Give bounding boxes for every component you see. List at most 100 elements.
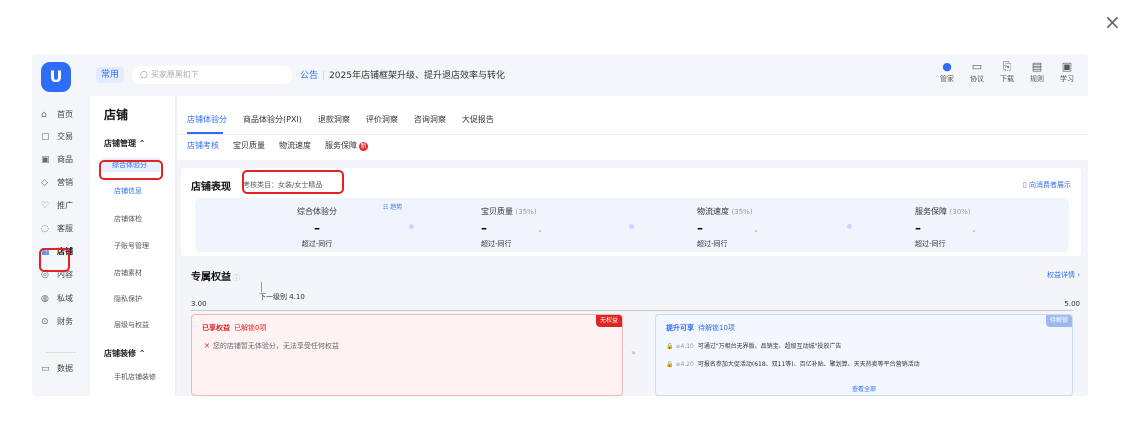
new-badge: 新: [359, 142, 368, 151]
tab-refund-insight[interactable]: 退款洞察: [318, 114, 350, 125]
nav-label: 财务: [57, 317, 73, 326]
metric-value: –: [697, 221, 703, 235]
rights-title-text: 专属权益: [191, 272, 231, 283]
manager-icon: ●: [942, 60, 952, 73]
nav-item-data[interactable]: ▭ 数据: [41, 360, 91, 378]
search-placeholder: 买家原黑扣下: [150, 70, 199, 79]
nav-label: 私域: [57, 294, 73, 303]
top-bar: U 常用 ○ 买家原黑扣下 公告 | 2025年店铺框架升级、提升退店效率与转化 ● 管…: [32, 54, 1088, 96]
metric-value: –: [481, 221, 487, 235]
nav-item-home[interactable]: ⌂ 首页: [41, 106, 91, 124]
learn-icon: ▣: [1061, 60, 1073, 73]
subnav-item-store-assets[interactable]: 店铺素材: [114, 268, 142, 278]
highlight-assessment-category: [242, 170, 344, 194]
help-icon[interactable]: ⓘ: [233, 274, 240, 282]
tab-store-assessment[interactable]: 店铺考核: [187, 140, 219, 151]
enjoyed-rights-box: 已享权益 已解锁0项 ✕ 您的店铺暂无体验分，无法享受任何权益 无权益: [191, 314, 623, 396]
subnav-item-level-rights[interactable]: 层级与权益: [114, 320, 149, 330]
trade-icon: ▢: [41, 132, 50, 142]
nav-label: 营销: [57, 178, 73, 187]
show-to-consumer-link[interactable]: ▯ 向消费者展示: [1023, 180, 1071, 190]
chevron-down-icon[interactable]: ⌄: [537, 226, 543, 234]
close-icon[interactable]: ×: [1104, 12, 1121, 32]
subnav-title: 店铺: [104, 108, 129, 122]
main-panel: 店铺体验分 商品体验分(PXI) 退款洞察 评价洞察 咨询洞察 大促报告 店铺考…: [177, 96, 1088, 396]
tab-review-insight[interactable]: 评价洞察: [366, 114, 398, 125]
chevron-down-icon[interactable]: ⌄: [753, 226, 759, 234]
cross-icon: ✕: [204, 342, 210, 350]
nav-item-trade[interactable]: ▢ 交易: [41, 128, 91, 146]
subnav-item-store-check[interactable]: 店铺体检: [114, 214, 142, 224]
tool-learn[interactable]: ▣ 学习: [1056, 60, 1078, 84]
finance-icon: ⊙: [41, 317, 49, 327]
metric-compare: 超过-同行: [301, 240, 333, 248]
next-level-label: 下一级别 4.10: [259, 293, 305, 301]
metric-name: 物流速度: [697, 207, 729, 216]
upgrade-text: 可报名参加大促活动(618、双11等)、百亿补贴、聚划算、天天热卖等平台营销活动: [697, 361, 920, 368]
tab-consult-insight[interactable]: 咨询洞察: [414, 114, 446, 125]
see-all-link[interactable]: 查看全部: [852, 384, 876, 393]
nav-item-marketing[interactable]: ◇ 营销: [41, 174, 91, 192]
tab-product-score[interactable]: 商品体验分(PXI): [243, 114, 302, 125]
subnav-group-store-manage[interactable]: 店铺管理 ⌃: [104, 138, 146, 149]
scale-max: 5.00: [1064, 300, 1080, 308]
nav-item-goods[interactable]: ▣ 商品: [41, 151, 91, 169]
scale-min: 3.00: [191, 300, 207, 308]
perf-title: 店铺表现: [191, 182, 231, 193]
metric-compare: 超过-同行: [915, 240, 946, 248]
subnav-item-subaccount[interactable]: 子账号管理: [114, 241, 149, 251]
subnav-item-privacy[interactable]: 隐私保护: [114, 294, 142, 304]
metric-service: 服务保障 (30%) – 超过-同行 ⌄: [915, 206, 1088, 249]
service-icon: ◌: [41, 224, 49, 234]
notice-bar[interactable]: 公告 | 2025年店铺框架升级、提升退店效率与转化: [300, 68, 505, 81]
metric-name: 服务保障: [915, 207, 947, 216]
subnav-item-store-info[interactable]: 店铺信息: [114, 186, 142, 196]
nav-divider: [46, 352, 76, 353]
nav-item-service[interactable]: ◌ 客服: [41, 220, 91, 238]
tool-label: 管家: [940, 75, 954, 83]
metric-compare: 超过-同行: [697, 240, 728, 248]
common-tag[interactable]: 常用: [96, 67, 124, 83]
metric-name: 宝贝质量: [481, 207, 513, 216]
nav-item-promote[interactable]: ♡ 推广: [41, 197, 91, 215]
double-arrow-icon: »: [631, 348, 636, 357]
search-input[interactable]: ○ 买家原黑扣下: [132, 66, 292, 84]
nav-item-finance[interactable]: ⊙ 财务: [41, 313, 91, 331]
tool-download[interactable]: ⎘ 下载: [996, 60, 1018, 84]
tool-manager[interactable]: ● 管家: [936, 60, 958, 84]
upgrade-level: ≥4.20: [675, 361, 694, 368]
upgrade-count: 待解锁10项: [698, 324, 735, 332]
tab-promo-report[interactable]: 大促报告: [462, 114, 494, 125]
tab-logistics-speed[interactable]: 物流速度: [279, 140, 311, 151]
tool-rules[interactable]: ▤ 规则: [1026, 60, 1048, 84]
app-window: U 常用 ○ 买家原黑扣下 公告 | 2025年店铺框架升级、提升退店效率与转化 ● 管…: [32, 54, 1088, 396]
tab-service-guarantee[interactable]: 服务保障新: [325, 140, 368, 151]
agreement-icon: ▭: [971, 60, 983, 73]
tab-store-score[interactable]: 店铺体验分: [187, 114, 227, 125]
nav-label: 商品: [57, 155, 73, 164]
notice-label: 公告: [300, 71, 319, 81]
upgrade-text: 可通过"万相台无界版、品销宝、超级互动城"投放广告: [697, 343, 842, 350]
private-icon: ◍: [41, 294, 49, 304]
metrics-panel: 综合体验分 – 超过-同行 ☷ 趋势 宝贝质量 (35%) – 超过-同行 ⌄: [195, 198, 1069, 252]
lock-icon: 🔒: [666, 361, 674, 368]
trend-link[interactable]: ☷ 趋势: [383, 202, 402, 211]
rights-detail-link[interactable]: 权益详情 ›: [1047, 270, 1080, 280]
subnav-item-mobile-decor[interactable]: 手机店铺装修: [114, 372, 156, 382]
chevron-down-icon[interactable]: ⌄: [971, 226, 977, 234]
nav-label: 数据: [57, 364, 73, 373]
upgrade-level: ≥4.10: [675, 343, 694, 350]
metric-overall: 综合体验分 – 超过-同行: [271, 206, 363, 249]
nav-label: 交易: [57, 132, 73, 141]
tool-agreement[interactable]: ▭ 协议: [966, 60, 988, 84]
promote-icon: ♡: [41, 201, 50, 211]
subnav-group-decoration[interactable]: 店铺装修 ⌃: [104, 348, 146, 359]
tab-item-quality[interactable]: 宝贝质量: [233, 140, 265, 151]
no-rights-badge: 无权益: [595, 315, 622, 327]
app-logo[interactable]: U: [41, 62, 71, 92]
tool-label: 学习: [1060, 75, 1074, 83]
exclusive-rights-title: 专属权益 ⓘ: [191, 268, 240, 283]
nav-item-private[interactable]: ◍ 私域: [41, 290, 91, 308]
metric-item-quality: 宝贝质量 (35%) – 超过-同行 ⌄: [481, 206, 681, 249]
separator-dot: [629, 224, 634, 229]
